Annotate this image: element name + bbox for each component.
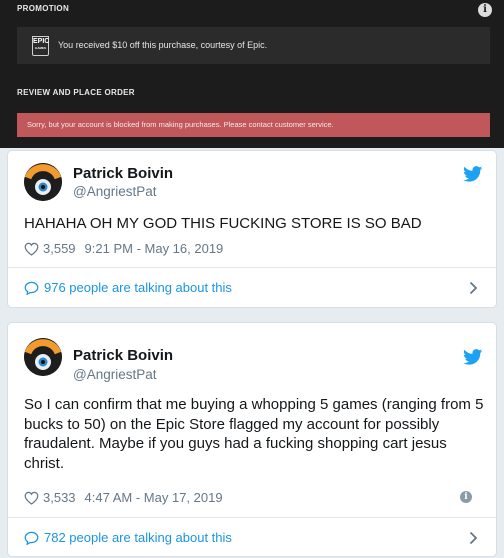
tweet-text: So I can confirm that me buying a whoppi…: [24, 396, 484, 472]
tweet-card[interactable]: Patrick Boivin @AngriestPat HAHAHA OH MY…: [7, 150, 497, 308]
tweet-text: HAHAHA OH MY GOD THIS FUCKING STORE IS S…: [24, 215, 422, 232]
timestamp[interactable]: 4:47 AM - May 17, 2019: [85, 490, 223, 505]
divider: [8, 267, 496, 268]
chevron-right-icon[interactable]: [469, 531, 478, 545]
talking-count[interactable]: 976 people are talking about this: [44, 280, 232, 295]
info-icon[interactable]: i: [460, 491, 472, 503]
divider: [8, 517, 496, 518]
epic-logo-subtext: GAMES: [34, 46, 46, 50]
chevron-right-icon[interactable]: [469, 281, 478, 295]
epic-checkout-panel: PROMOTION i EPIC GAMES You received $10 …: [0, 0, 504, 148]
user-handle[interactable]: @AngriestPat: [73, 367, 157, 382]
tweet-meta: 3,533 4:47 AM - May 17, 2019: [24, 490, 223, 505]
promotion-heading: PROMOTION: [17, 4, 70, 13]
talking-count[interactable]: 782 people are talking about this: [44, 530, 232, 545]
heart-icon[interactable]: [24, 242, 39, 256]
epic-games-logo: EPIC GAMES: [32, 36, 49, 56]
like-count[interactable]: 3,533: [43, 490, 76, 505]
review-order-heading: REVIEW AND PLACE ORDER: [17, 88, 135, 97]
promotion-message: You received $10 off this purchase, cour…: [58, 40, 268, 50]
epic-logo-text: EPIC: [33, 38, 50, 45]
like-count[interactable]: 3,559: [43, 241, 76, 256]
talking-link[interactable]: 782 people are talking about this: [24, 530, 232, 545]
display-name[interactable]: Patrick Boivin: [73, 347, 173, 364]
twitter-bird-icon[interactable]: [463, 349, 483, 365]
display-name[interactable]: Patrick Boivin: [73, 165, 173, 182]
timestamp[interactable]: 9:21 PM - May 16, 2019: [85, 241, 224, 256]
tweet-card[interactable]: Patrick Boivin @AngriestPat So I can con…: [7, 322, 497, 557]
avatar[interactable]: [24, 338, 62, 376]
promotion-box: EPIC GAMES You received $10 off this pur…: [17, 27, 490, 64]
talking-link[interactable]: 976 people are talking about this: [24, 280, 232, 295]
heart-icon[interactable]: [24, 491, 39, 505]
speech-bubble-icon: [24, 531, 39, 545]
tweet-meta: 3,559 9:21 PM - May 16, 2019: [24, 241, 223, 256]
avatar[interactable]: [24, 163, 62, 201]
error-banner: Sorry, but your account is blocked from …: [17, 113, 490, 137]
user-handle[interactable]: @AngriestPat: [73, 184, 157, 199]
speech-bubble-icon: [24, 281, 39, 295]
error-message: Sorry, but your account is blocked from …: [27, 120, 334, 129]
info-icon[interactable]: i: [478, 3, 492, 17]
twitter-bird-icon[interactable]: [463, 166, 483, 182]
